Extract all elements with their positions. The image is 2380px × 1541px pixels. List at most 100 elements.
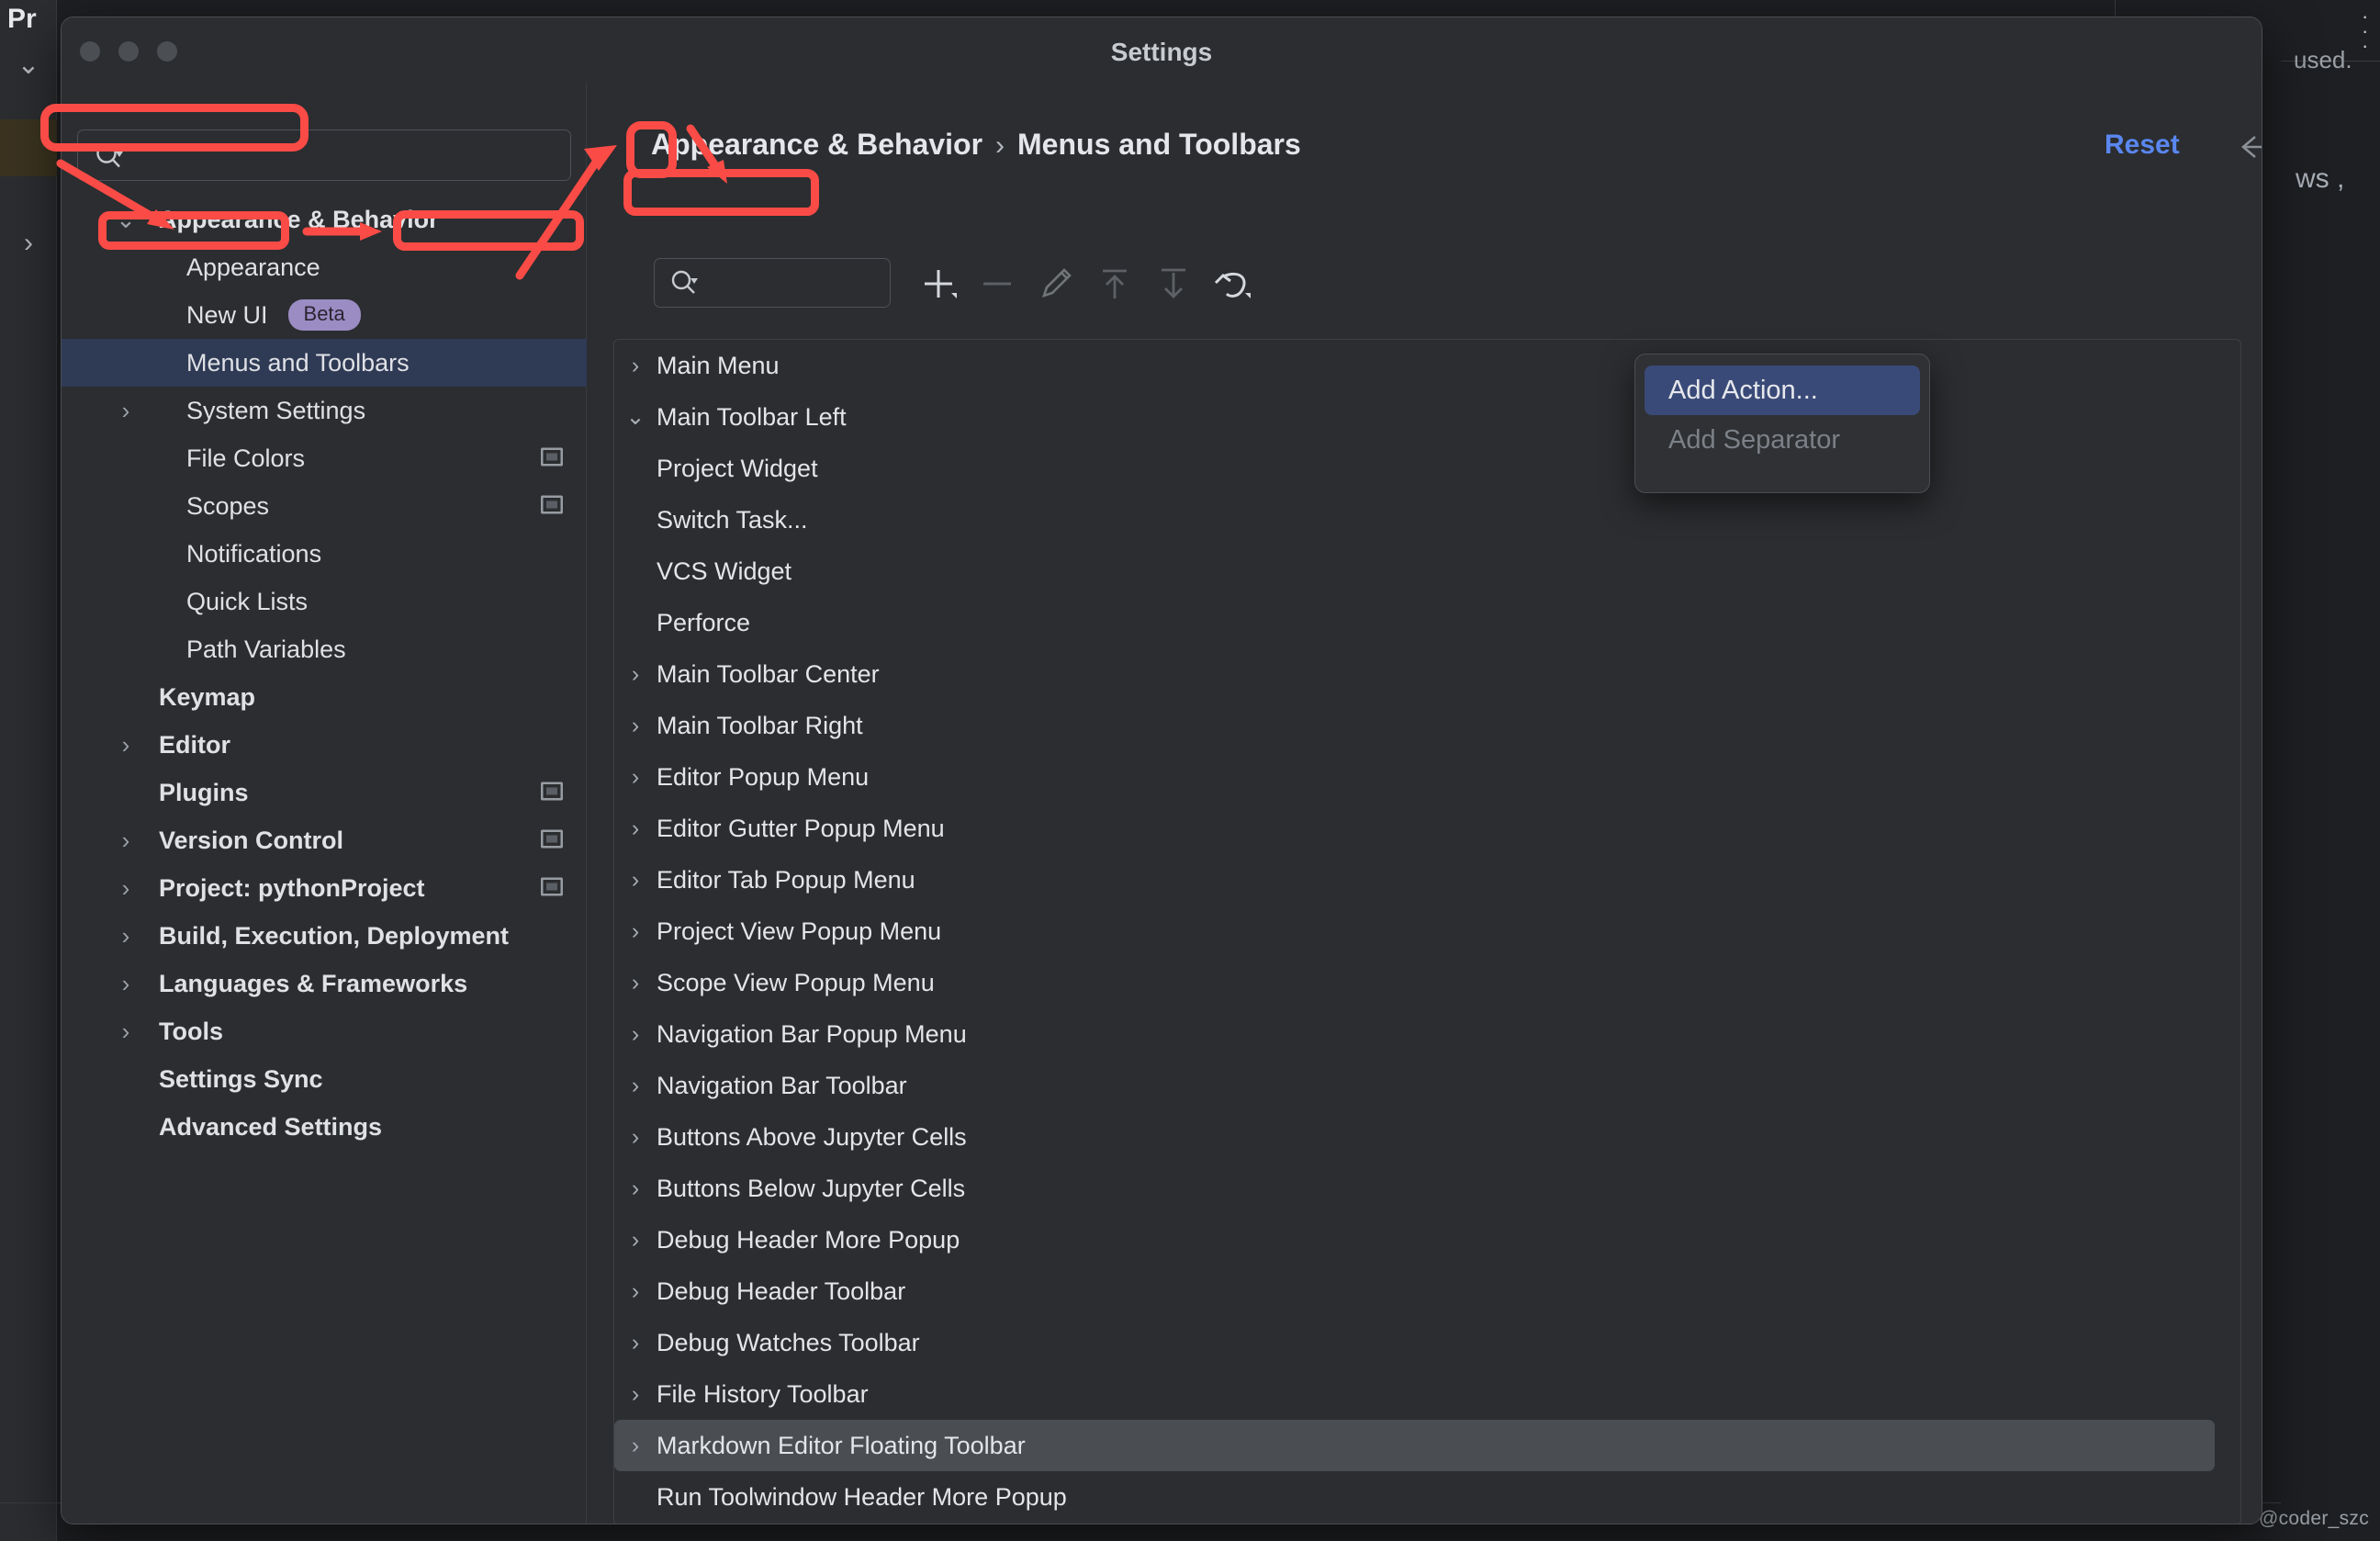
chevron-right-icon[interactable]: › (623, 869, 647, 892)
tree-row[interactable]: ›Main Toolbar Center (614, 648, 2240, 700)
sidebar-item-label: Editor (62, 731, 230, 759)
tree-row[interactable]: ›Scope View Popup Menu (614, 957, 2240, 1008)
sidebar-item-label: Scopes (62, 492, 269, 521)
tree-row[interactable]: ›Buttons Above Jupyter Cells (614, 1111, 2240, 1163)
chevron-down-icon[interactable]: ⌄ (0, 51, 57, 79)
chevron-right-icon[interactable]: › (623, 663, 647, 686)
add-button[interactable] (909, 258, 968, 309)
tree-row[interactable]: ›Navigation Bar Popup Menu (614, 1008, 2240, 1060)
chevron-right-icon[interactable]: › (623, 817, 647, 840)
sidebar-item-appearance[interactable]: Appearance (62, 243, 587, 291)
sidebar-item-label: Menus and Toolbars (62, 349, 410, 377)
chevron-right-icon[interactable]: › (623, 972, 647, 995)
move-up-button[interactable] (1085, 258, 1144, 309)
chevron-down-icon[interactable]: ⌄ (115, 208, 137, 231)
chevron-right-icon[interactable]: › (115, 399, 137, 422)
sidebar-item-path-variables[interactable]: Path Variables (62, 625, 587, 673)
chevron-right-icon[interactable]: › (115, 828, 137, 852)
chevron-right-icon[interactable]: › (623, 1332, 647, 1355)
chevron-right-icon[interactable]: › (623, 1177, 647, 1200)
tree-row[interactable]: ›Project View Popup Menu (614, 905, 2240, 957)
chevron-right-icon[interactable]: › (623, 1126, 647, 1149)
tree-row[interactable]: ›Debug Header Toolbar (614, 1265, 2240, 1317)
sidebar-item-label: System Settings (62, 397, 365, 425)
sidebar-item-project-pythonproject[interactable]: ›Project: pythonProject (62, 864, 587, 912)
sidebar-item-build-execution-deployment[interactable]: ›Build, Execution, Deployment (62, 912, 587, 960)
reset-button[interactable]: Reset (2105, 129, 2180, 161)
menu-item-add-action[interactable]: Add Action... (1645, 366, 1920, 415)
ide-code-fragment-1: used. (2294, 46, 2352, 74)
edit-button[interactable] (1027, 258, 1085, 309)
window-icon (541, 827, 563, 855)
sidebar-item-tools[interactable]: ›Tools (62, 1007, 587, 1055)
chevron-right-icon[interactable]: › (623, 354, 647, 377)
tree-row[interactable]: VCS Widget (614, 546, 2240, 597)
sidebar-item-quick-lists[interactable]: Quick Lists (62, 578, 587, 625)
sidebar-item-menus-and-toolbars[interactable]: Menus and Toolbars (62, 339, 587, 387)
sidebar-item-editor[interactable]: ›Editor (62, 721, 587, 769)
tree-row[interactable]: ›Editor Gutter Popup Menu (614, 803, 2240, 854)
chevron-right-icon[interactable]: › (623, 766, 647, 789)
toolbar-search-input[interactable] (654, 258, 891, 308)
tree-row[interactable]: Perforce (614, 597, 2240, 648)
sidebar-item-keymap[interactable]: Keymap (62, 673, 587, 721)
sidebar-item-system-settings[interactable]: ›System Settings (62, 387, 587, 434)
chevron-right-icon[interactable]: › (623, 1074, 647, 1097)
sidebar-item-version-control[interactable]: ›Version Control (62, 816, 587, 864)
chevron-right-icon[interactable]: › (623, 1229, 647, 1252)
chevron-down-icon[interactable]: ⌄ (623, 406, 647, 429)
tree-row-label: Project View Popup Menu (614, 917, 941, 946)
move-down-button[interactable] (1144, 258, 1203, 309)
ide-code-fragment-2: ws , (2296, 163, 2344, 195)
chevron-right-icon[interactable]: › (115, 924, 137, 948)
tree-row[interactable]: ›Debug Header More Popup (614, 1214, 2240, 1265)
sidebar-item-advanced-settings[interactable]: Advanced Settings (62, 1103, 587, 1151)
sidebar-item-appearance-behavior[interactable]: ⌄Appearance & Behavior (62, 196, 587, 243)
chevron-right-icon[interactable]: › (623, 1023, 647, 1046)
tree-row-label: Buttons Below Jupyter Cells (614, 1175, 965, 1203)
remove-button[interactable] (968, 258, 1027, 309)
more-options-icon[interactable]: ··· (2362, 9, 2368, 53)
menus-tree-panel[interactable]: ›Main Menu⌄Main Toolbar LeftProject Widg… (613, 339, 2241, 1524)
tree-row[interactable]: ›Navigation Bar Toolbar (614, 1060, 2240, 1111)
sidebar-item-file-colors[interactable]: File Colors (62, 434, 587, 482)
tree-row[interactable]: ›Debug Watches Toolbar (614, 1317, 2240, 1368)
tree-row[interactable]: Run Toolwindow Header More Popup (614, 1471, 2240, 1523)
sidebar-item-new-ui[interactable]: New UIBeta (62, 291, 587, 339)
sidebar-item-scopes[interactable]: Scopes (62, 482, 587, 530)
chevron-right-icon[interactable]: › (115, 1019, 137, 1043)
sidebar-item-notifications[interactable]: Notifications (62, 530, 587, 578)
chevron-right-icon[interactable]: › (623, 1434, 647, 1457)
tree-row[interactable]: ›Editor Popup Menu (614, 751, 2240, 803)
settings-search-input[interactable] (77, 129, 571, 181)
tree-row[interactable]: Switch Task... (614, 494, 2240, 546)
sidebar-item-settings-sync[interactable]: Settings Sync (62, 1055, 587, 1103)
tree-row[interactable]: ›Markdown Editor Floating Toolbar (614, 1420, 2215, 1471)
tree-row[interactable]: ›Main Menu (614, 340, 2240, 391)
ide-left-tool-strip: ⌄ › (0, 0, 57, 1541)
sidebar-item-label: Appearance (62, 253, 320, 282)
sidebar-item-languages-frameworks[interactable]: ›Languages & Frameworks (62, 960, 587, 1007)
restore-button[interactable] (1203, 258, 1262, 309)
breadcrumb-root[interactable]: Appearance & Behavior (651, 128, 982, 161)
tree-row[interactable]: ›Editor Tab Popup Menu (614, 854, 2240, 905)
tree-row[interactable]: ›Run Toolwindow Header Toolbar (614, 1523, 2240, 1524)
tree-row[interactable]: ›Buttons Below Jupyter Cells (614, 1163, 2240, 1214)
tree-row-label: Navigation Bar Toolbar (614, 1072, 907, 1100)
chevron-right-icon[interactable]: › (115, 733, 137, 757)
arrow-left-icon[interactable] (2239, 131, 2262, 163)
chevron-right-icon[interactable]: › (0, 230, 57, 257)
tree-row[interactable]: ›File History Toolbar (614, 1368, 2240, 1420)
sidebar-item-plugins[interactable]: Plugins (62, 769, 587, 816)
tree-row-label: Debug Header Toolbar (614, 1277, 905, 1306)
chevron-right-icon[interactable]: › (623, 1280, 647, 1303)
tree-row[interactable]: ›Main Toolbar Right (614, 700, 2240, 751)
chevron-right-icon[interactable]: › (623, 1383, 647, 1406)
chevron-right-icon[interactable]: › (115, 876, 137, 900)
chevron-right-icon[interactable]: › (115, 972, 137, 995)
chevron-right-icon[interactable]: › (623, 920, 647, 943)
tree-row[interactable]: Project Widget (614, 443, 2240, 494)
tree-row-label: Main Toolbar Right (614, 712, 863, 740)
tree-row[interactable]: ⌄Main Toolbar Left (614, 391, 2240, 443)
chevron-right-icon[interactable]: › (623, 714, 647, 737)
